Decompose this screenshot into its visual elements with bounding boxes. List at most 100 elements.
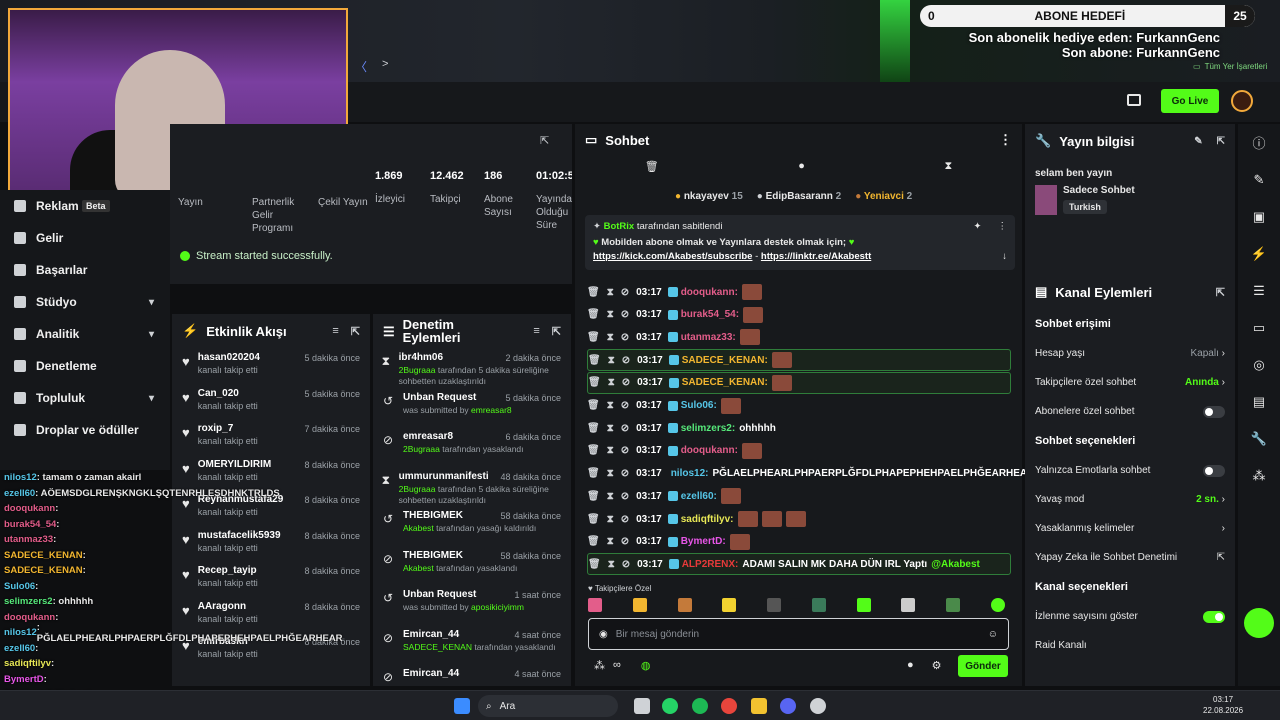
chat-username[interactable]: SADECE_KENAN:	[682, 377, 768, 388]
moderation-item[interactable]: ⊘ emreasar8 2Bugraaa tarafından yasaklandı…	[373, 427, 571, 467]
chat-username[interactable]: utanmaz33:	[681, 332, 736, 343]
emote-icon[interactable]	[856, 598, 871, 612]
arrow-down-icon[interactable]: ↓	[1002, 251, 1007, 262]
pin-icon[interactable]: ✦	[974, 221, 982, 232]
app-icon[interactable]	[810, 698, 826, 714]
chat-message[interactable]: 🗑 ⧗ ⊘ 03:17 utanmaz33:	[587, 326, 1011, 348]
bolt-icon[interactable]: ⚡	[1238, 235, 1280, 272]
moderation-item[interactable]: ⊘ Emircan_44 SADECE_KENAN tarafından yasak…	[373, 625, 571, 665]
ai-mod-row[interactable]: Yapay Zeka ile Sohbet Denetimi ⇱	[1025, 543, 1235, 572]
users-icon[interactable]: ⁂	[594, 659, 605, 672]
chat-icon[interactable]: ▭	[1238, 309, 1280, 346]
ban-icon[interactable]: ⊘	[622, 377, 630, 388]
moderation-target[interactable]: Emircan_44	[403, 668, 459, 679]
go-live-button[interactable]: Go Live	[1161, 89, 1219, 113]
moderation-item[interactable]: ⊘ THEBIGMEK Akabest tarafından yasaklandı 5…	[373, 546, 571, 586]
timeout-icon[interactable]: ⧗	[608, 377, 615, 388]
taskbar-search[interactable]: ⌕ Ara	[478, 695, 618, 717]
ban-icon[interactable]: ⊘	[621, 514, 629, 525]
chat-message[interactable]: 🗑 ⧗ ⊘ 03:17 dooqukann:	[587, 281, 1011, 303]
followers-chat-row[interactable]: Takipçilere özel sohbet Anında ›	[1025, 368, 1235, 397]
delete-icon[interactable]: 🗑	[587, 491, 600, 502]
chat-message[interactable]: 🗑 ⧗ ⊘ 03:17 SADECE_KENAN:	[587, 371, 1011, 394]
category-name[interactable]: Sadece Sohbet	[1063, 185, 1135, 196]
emote-icon[interactable]	[767, 598, 782, 612]
ban-icon[interactable]: ⊘	[621, 309, 629, 320]
timeout-icon[interactable]: ⧗	[607, 536, 614, 547]
expand-icon[interactable]: ⇱	[1217, 136, 1225, 147]
emote-icon[interactable]	[722, 598, 737, 612]
chat-message[interactable]: 🗑 ⧗ ⊘ 03:17 BymertD:	[587, 531, 1011, 553]
expand-icon[interactable]: ⇱	[540, 134, 549, 147]
delete-icon[interactable]: 🗑	[587, 287, 600, 298]
delete-icon[interactable]: 🗑	[587, 332, 600, 343]
explorer-icon[interactable]	[751, 698, 767, 714]
moderation-target[interactable]: Unban Request	[403, 589, 524, 600]
chat-message[interactable]: 🗑 ⧗ ⊘ 03:17 nilos12: PĞLAELPHEARLPHPAERPLĞFDL…	[587, 463, 1034, 485]
activity-user[interactable]: OMERYILDIRIM	[198, 459, 272, 470]
ban-icon[interactable]: ⊘	[621, 468, 629, 479]
sidebar-item-gelir[interactable]: Gelir	[0, 222, 170, 254]
moderation-actor[interactable]: Akabest	[403, 563, 434, 573]
whatsapp-icon[interactable]	[662, 698, 678, 714]
delete-icon[interactable]: 🗑	[588, 377, 601, 388]
timeout-icon[interactable]: ⧗	[607, 445, 614, 456]
chat-username[interactable]: Sulo06:	[681, 400, 717, 411]
tag-turkish[interactable]: Turkish	[1063, 200, 1107, 214]
avatar[interactable]	[1231, 90, 1253, 112]
kick-icon[interactable]: ◍	[641, 659, 651, 672]
bookmarks-folder[interactable]: ▭ Tüm Yer İşaretleri	[1193, 62, 1267, 71]
timeout-icon[interactable]: ⧗	[608, 559, 615, 570]
hourglass-icon[interactable]: ⧗	[944, 160, 952, 186]
chrome-icon[interactable]	[721, 698, 737, 714]
timeout-icon[interactable]: ⧗	[607, 491, 614, 502]
sidebar-item-topluluk[interactable]: Topluluk ▾	[0, 382, 170, 414]
delete-icon[interactable]: 🗑	[587, 400, 600, 411]
more-icon[interactable]: ⋮	[998, 221, 1008, 232]
moderation-item[interactable]: ↺ Unban Request was submitted by emreasar8…	[373, 388, 571, 428]
nav-forward-icon[interactable]: >	[382, 58, 388, 70]
discord-icon[interactable]	[780, 698, 796, 714]
filter-icon[interactable]: ≡	[332, 325, 338, 338]
chat-message[interactable]: 🗑 ⧗ ⊘ 03:17 SADECE_KENAN:	[587, 349, 1011, 372]
activity-item[interactable]: ♥ Can_020 kanalı takip etti 5 dakika önce	[172, 384, 370, 420]
support-icon[interactable]	[1238, 604, 1280, 641]
emote-icon[interactable]	[990, 598, 1005, 612]
ban-icon[interactable]: ⊘	[622, 559, 630, 570]
ban-icon[interactable]: ⊘	[621, 400, 629, 411]
sidebar-item-droplar[interactable]: Droplar ve ödüller	[0, 414, 170, 446]
delete-icon[interactable]: 🗑	[587, 309, 600, 320]
users-icon[interactable]: ⁂	[1238, 457, 1280, 494]
chat-message[interactable]: 🗑 ⧗ ⊘ 03:17 ALP2RENX: ADAMI SALIN MK DAHA DÜN…	[587, 553, 1011, 576]
sidebar-item-studyo[interactable]: Stüdyo ▾	[0, 286, 170, 318]
delete-icon[interactable]: 🗑	[587, 514, 600, 525]
info-icon[interactable]: ⓘ	[1238, 124, 1280, 161]
moderation-target[interactable]: Unban Request	[403, 392, 512, 403]
sidebar-item-reklam[interactable]: Reklam Beta	[0, 190, 170, 222]
moderation-item[interactable]: ⧗ ummurunmanifesti 2Bugraaa tarafından 5 d…	[373, 467, 571, 507]
raid-row[interactable]: Raid Kanalı	[1025, 631, 1235, 660]
banned-words-row[interactable]: Yasaklanmış kelimeler ›	[1025, 514, 1235, 543]
task-view-icon[interactable]	[634, 698, 650, 714]
clock[interactable]: 03:17 22.08.2026	[1203, 694, 1243, 716]
delete-icon[interactable]: 🗑	[587, 445, 600, 456]
moderation-item[interactable]: ↺ THEBIGMEK Akabest tarafından yasağı kald…	[373, 506, 571, 546]
chat-username[interactable]: sadiqftilyv:	[681, 514, 734, 525]
moderation-actor[interactable]: emreasar8	[471, 405, 512, 415]
cast-icon[interactable]	[1127, 94, 1141, 106]
wrench-icon[interactable]: 🔧	[1238, 420, 1280, 457]
expand-icon[interactable]: ⇱	[1216, 286, 1225, 299]
ban-icon[interactable]: ⊘	[621, 536, 629, 547]
ban-icon[interactable]: ⊘	[621, 445, 629, 456]
subs-chat-toggle[interactable]	[1203, 405, 1225, 418]
gifter-3[interactable]: ● Yeniavci 2	[855, 191, 912, 202]
chat-input[interactable]: ◉ Bir mesaj gönderin ☺	[588, 618, 1009, 650]
timeout-icon[interactable]: ⧗	[607, 423, 614, 434]
expand-icon[interactable]: ⇱	[351, 325, 360, 338]
moderation-actor[interactable]: 2Bugraaa	[399, 484, 436, 494]
pinned-link-subscribe[interactable]: https://kick.com/Akabest/subscribe	[593, 251, 752, 262]
moderation-icon[interactable]: ▤	[1238, 383, 1280, 420]
chat-bubble-icon[interactable]: ●	[798, 160, 805, 186]
chat-message[interactable]: 🗑 ⧗ ⊘ 03:17 sadiqftilyv:	[587, 508, 1011, 530]
activity-item[interactable]: ♥ roxip_7 kanalı takip etti 7 dakika önce	[172, 419, 370, 455]
